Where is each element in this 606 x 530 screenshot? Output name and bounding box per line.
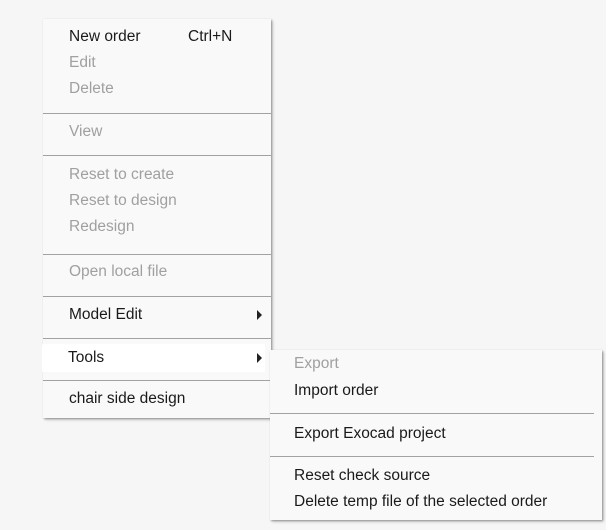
- menu-separator: [43, 338, 271, 339]
- menu-separator: [43, 113, 271, 114]
- menu-item-tools[interactable]: Tools: [42, 344, 265, 372]
- menu-separator: [43, 296, 271, 297]
- shortcut-label: Ctrl+N: [188, 28, 233, 45]
- submenu-arrow-icon: [257, 310, 262, 320]
- submenu-item-reset-check-source[interactable]: Reset check source: [270, 463, 602, 489]
- menu-item-label: Delete: [69, 80, 114, 97]
- menu-item-label: New order: [69, 28, 141, 45]
- menu-item-view[interactable]: View: [43, 118, 271, 146]
- menu-item-label: Export Exocad project: [294, 425, 446, 442]
- menu-item-label: Import order: [294, 382, 379, 399]
- menu-item-label: Export: [294, 355, 339, 372]
- menu-item-chair-side-design[interactable]: chair side design: [43, 385, 271, 413]
- menu-item-label: Delete temp file of the selected order: [294, 493, 548, 510]
- tools-submenu: Export Import order Export Exocad projec…: [270, 350, 602, 520]
- menu-item-delete[interactable]: Delete: [43, 76, 271, 102]
- menu-item-model-edit[interactable]: Model Edit: [43, 301, 271, 329]
- menu-item-label: Open local file: [69, 263, 168, 280]
- menu-item-label: chair side design: [69, 390, 186, 407]
- menu-separator: [43, 380, 271, 381]
- menu-item-edit[interactable]: Edit: [43, 50, 271, 76]
- menu-item-label: Reset check source: [294, 467, 431, 484]
- menu-item-new-order[interactable]: New order Ctrl+N: [43, 24, 271, 50]
- menu-item-reset-to-create[interactable]: Reset to create: [43, 162, 271, 188]
- menu-item-open-local-file[interactable]: Open local file: [43, 258, 271, 286]
- menu-item-label: Reset to create: [69, 166, 175, 183]
- menu-separator: [43, 254, 271, 255]
- menu-item-label: Reset to design: [69, 192, 177, 209]
- submenu-item-import-order[interactable]: Import order: [270, 378, 602, 404]
- menu-item-label: Redesign: [69, 218, 135, 235]
- menu-item-redesign[interactable]: Redesign: [43, 214, 271, 240]
- submenu-item-delete-temp-file[interactable]: Delete temp file of the selected order: [270, 489, 602, 515]
- menu-item-label: Tools: [68, 349, 105, 366]
- menu-item-label: Edit: [69, 54, 96, 71]
- menu-item-label: View: [69, 123, 103, 140]
- submenu-item-export-exocad-project[interactable]: Export Exocad project: [270, 421, 602, 447]
- submenu-item-export[interactable]: Export: [270, 352, 602, 376]
- menu-separator: [270, 456, 594, 457]
- context-menu: New order Ctrl+N Edit Delete View Reset …: [42, 19, 271, 418]
- submenu-arrow-icon: [257, 353, 262, 363]
- menu-separator: [43, 155, 271, 156]
- menu-item-reset-to-design[interactable]: Reset to design: [43, 188, 271, 214]
- menu-separator: [270, 413, 594, 414]
- menu-item-label: Model Edit: [69, 306, 143, 323]
